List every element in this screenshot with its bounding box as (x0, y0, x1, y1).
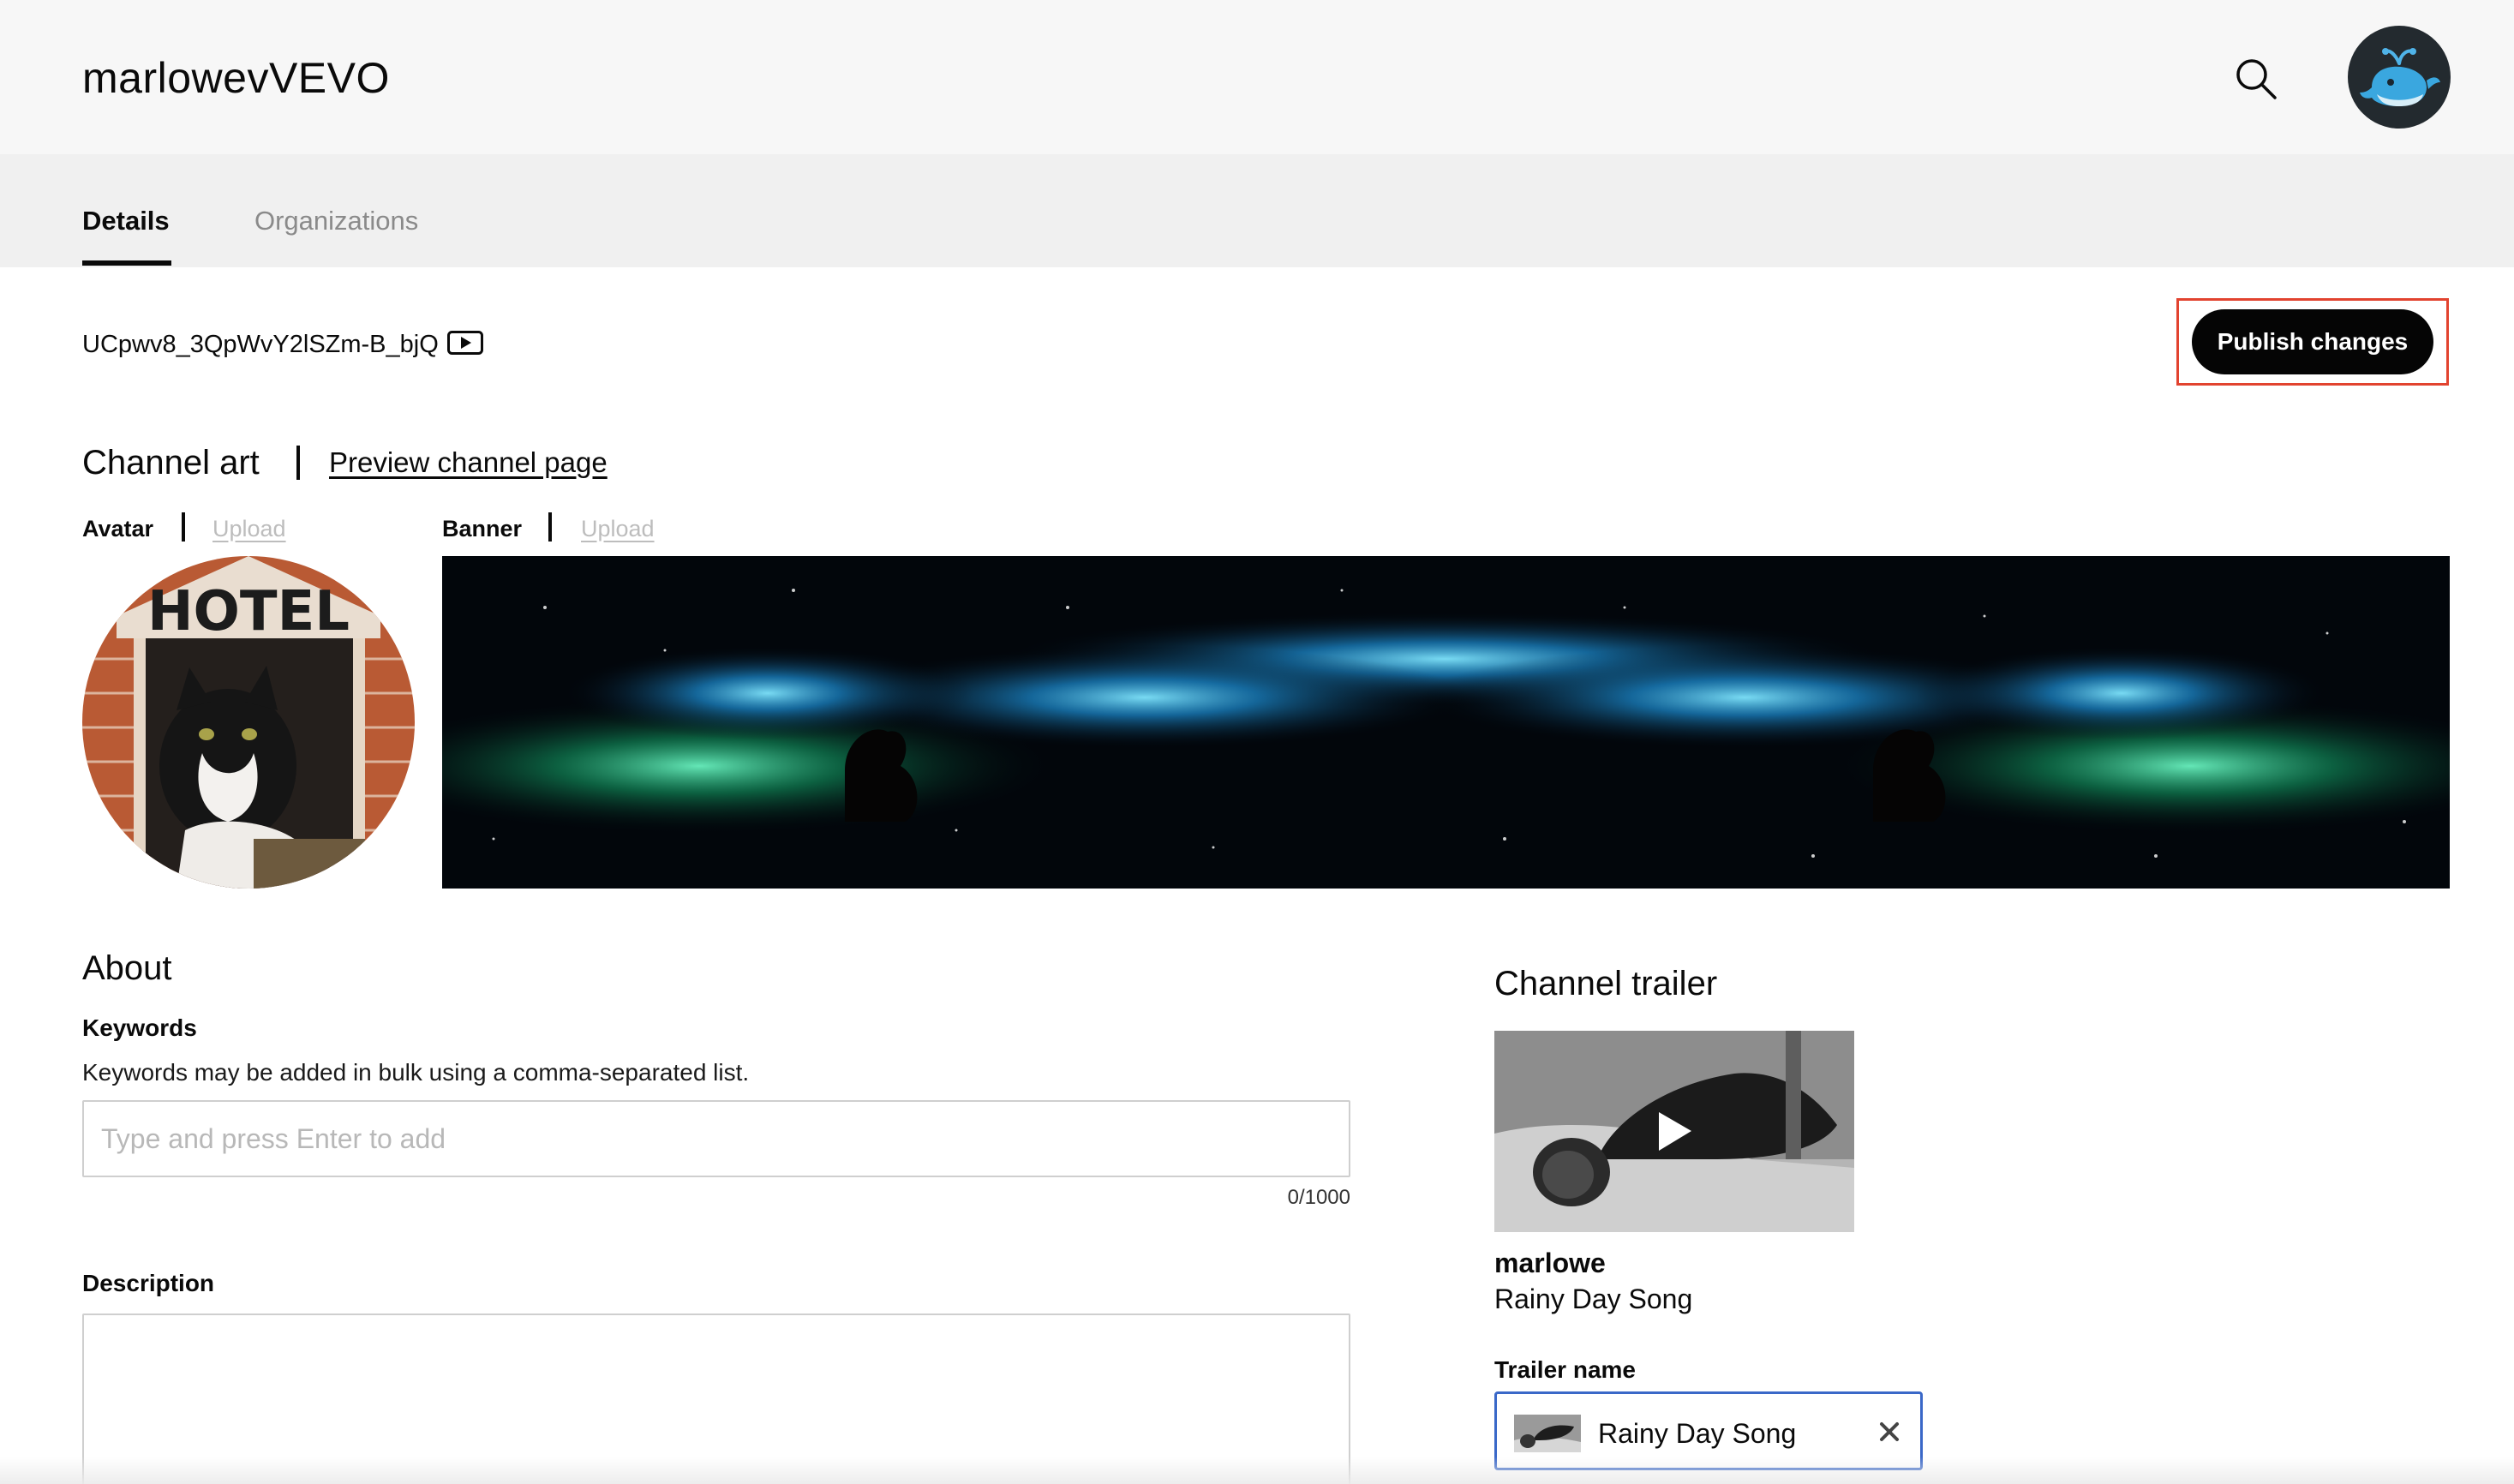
top-bar: marlowevVEVO (0, 0, 2514, 154)
trailer-name-label: Trailer name (1494, 1356, 1636, 1383)
tab-bar: Details Organizations (0, 154, 2514, 267)
selected-trailer-name: Rainy Day Song (1598, 1418, 1797, 1449)
trailer-video-thumbnail[interactable] (1494, 1031, 1854, 1232)
preview-channel-page-link[interactable]: Preview channel page (329, 446, 608, 479)
keywords-label: Keywords (82, 1014, 197, 1041)
trailer-artist: marlowe (1494, 1248, 1606, 1278)
svg-text:HOTEL: HOTEL (147, 580, 350, 643)
avatar-label: Avatar (82, 516, 154, 542)
close-icon[interactable] (1877, 1420, 1901, 1444)
channel-trailer-title: Channel trailer (1494, 965, 1718, 1002)
youtube-play-icon[interactable] (447, 331, 483, 355)
banner-label: Banner (442, 516, 523, 542)
selected-trailer-thumbnail (1514, 1415, 1581, 1452)
divider (296, 446, 300, 480)
channel-art-title: Channel art (82, 444, 260, 482)
about-title: About (82, 949, 172, 987)
channel-name: marlowevVEVO (82, 54, 390, 102)
channel-banner-image (442, 556, 2450, 889)
trailer-song-title: Rainy Day Song (1494, 1284, 1693, 1314)
publish-changes-button[interactable]: Publish changes (2192, 309, 2433, 374)
channel-avatar-image: HOTEL (82, 556, 415, 889)
tab-organizations[interactable]: Organizations (254, 206, 418, 236)
account-avatar-button[interactable] (2348, 26, 2451, 129)
keywords-character-counter: 0/1000 (1287, 1186, 1350, 1209)
divider (548, 512, 552, 542)
trailer-name-select[interactable]: Rainy Day Song (1494, 1391, 1923, 1470)
description-textarea[interactable] (82, 1313, 1350, 1484)
divider (182, 512, 185, 542)
banner-upload-link[interactable]: Upload (581, 516, 655, 542)
description-label: Description (82, 1270, 215, 1296)
active-tab-indicator (82, 260, 171, 266)
avatar-upload-link[interactable]: Upload (212, 516, 286, 542)
whale-avatar-icon (2360, 48, 2440, 106)
keywords-input[interactable] (82, 1100, 1350, 1177)
search-icon[interactable] (2232, 55, 2280, 103)
keywords-helper-text: Keywords may be added in bulk using a co… (82, 1059, 750, 1086)
tab-details[interactable]: Details (82, 206, 170, 236)
channel-id: UCpwv8_3QpWvY2lSZm-B_bjQ (82, 331, 439, 358)
